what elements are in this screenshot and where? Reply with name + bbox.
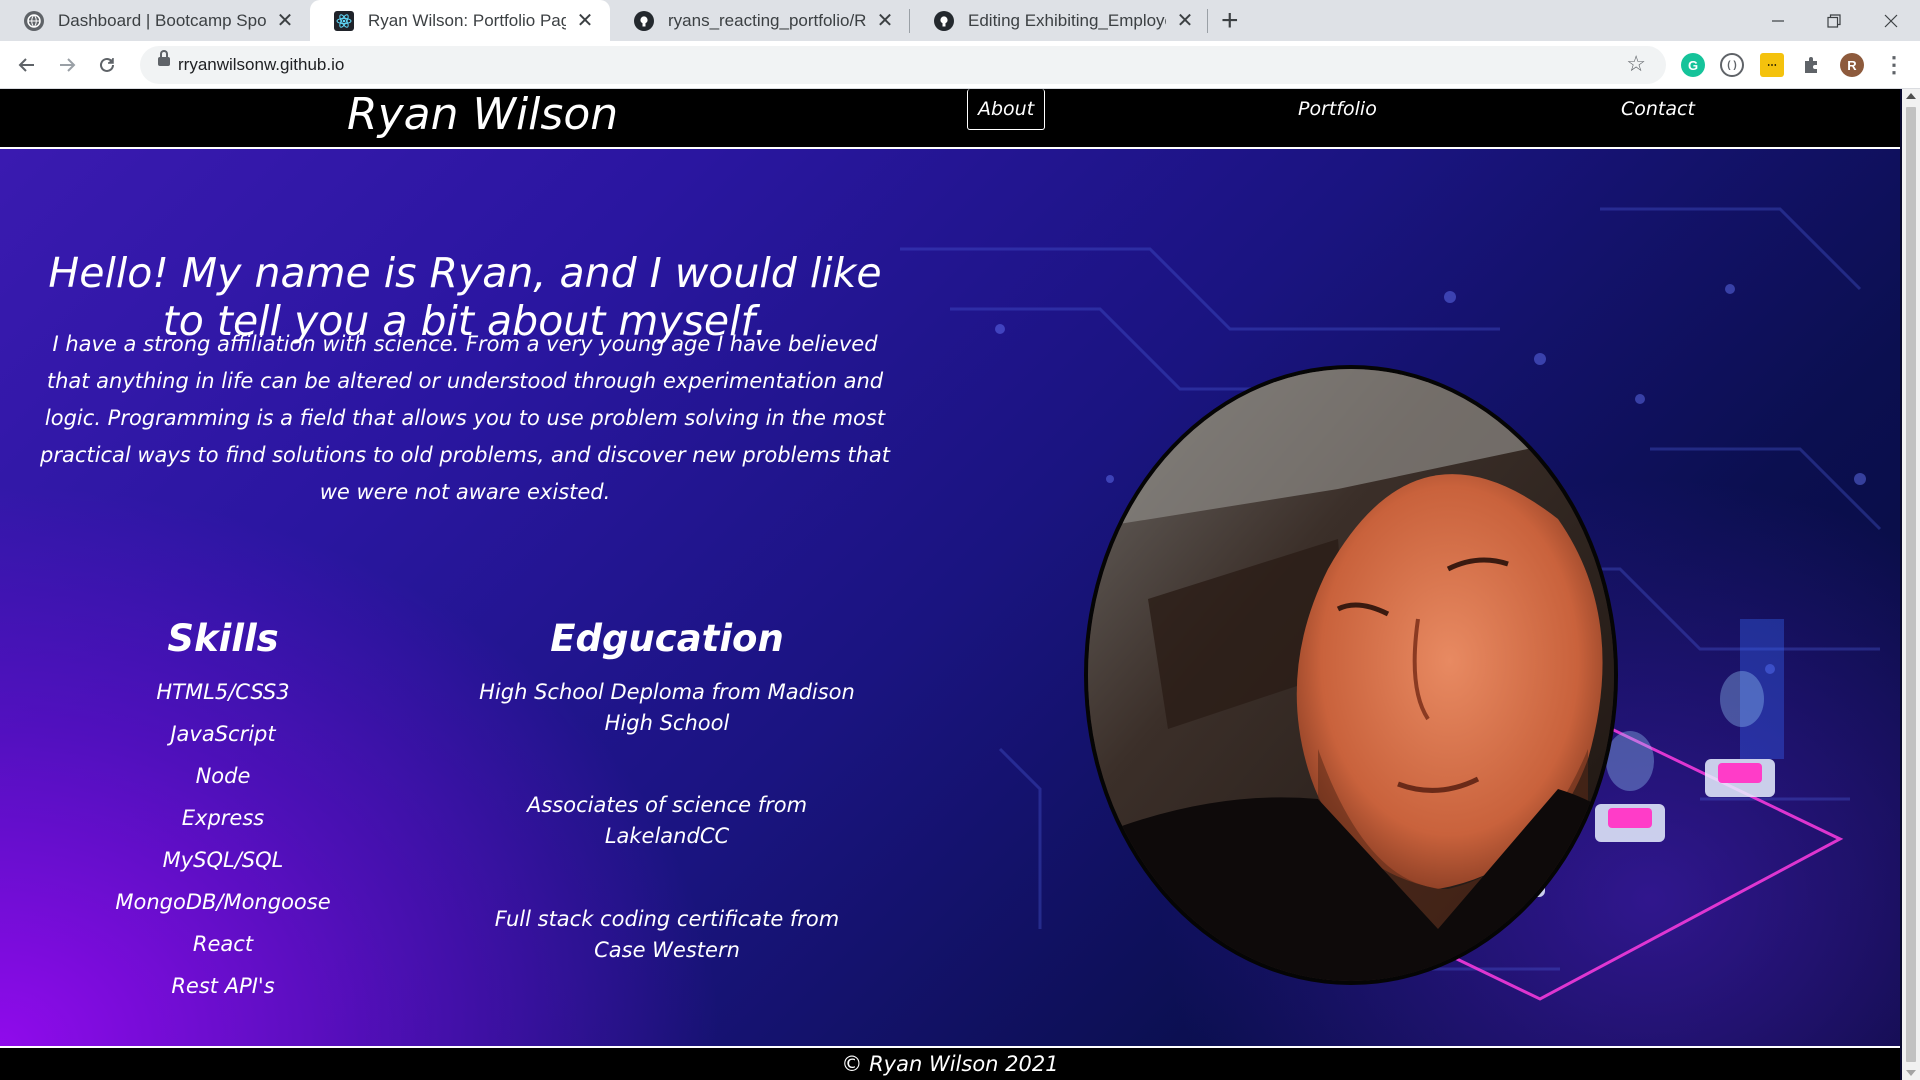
list-item: Rest API's	[171, 974, 275, 998]
site-brand[interactable]: Ryan Wilson	[347, 89, 618, 141]
nav-portfolio[interactable]: Portfolio	[1288, 89, 1387, 129]
minimize-icon[interactable]	[1749, 0, 1807, 41]
list-item: MySQL/SQL	[162, 848, 284, 872]
skills-list: HTML5/CSS3 JavaScript Node Express MySQL…	[90, 671, 356, 1007]
tab-portfolio-page[interactable]: Ryan Wilson: Portfolio Page ✕	[310, 0, 610, 41]
menu-dots-icon[interactable]: ⋮	[1882, 52, 1906, 77]
list-item: MongoDB/Mongoose	[115, 890, 331, 914]
education-title: Edgucation	[550, 617, 784, 660]
back-arrow-icon[interactable]	[11, 49, 43, 81]
extension-yellow-icon[interactable]: ⋯	[1760, 53, 1784, 77]
react-icon	[334, 10, 354, 31]
tab-title: Dashboard | Bootcamp Spot	[58, 10, 266, 30]
extension-puzzle-icon[interactable]	[1800, 53, 1824, 77]
list-item: Express	[181, 806, 265, 830]
tab-strip: Dashboard | Bootcamp Spot ✕ Ryan Wilson:…	[0, 0, 1920, 41]
url-text[interactable]: rryanwilsonw.github.io	[178, 55, 344, 75]
intro-text: I have a strong affiliation with science…	[40, 332, 890, 504]
tab-editing-readme[interactable]: Editing Exhibiting_Employees/RE ✕	[910, 0, 1210, 41]
tab-readme[interactable]: ryans_reacting_portfolio/READM ✕	[610, 0, 910, 41]
close-icon[interactable]: ✕	[874, 8, 896, 33]
avatar[interactable]: R	[1840, 53, 1864, 77]
list-item: HTML5/CSS3	[156, 680, 290, 704]
close-icon[interactable]: ✕	[1174, 8, 1196, 33]
github-icon	[634, 10, 654, 31]
tab-title: Ryan Wilson: Portfolio Page	[368, 10, 566, 30]
close-icon[interactable]: ✕	[574, 8, 596, 33]
globe-icon	[24, 10, 44, 31]
skills-title: Skills	[167, 617, 279, 660]
scroll-thumb[interactable]	[1906, 107, 1916, 1062]
address-bar[interactable]: rryanwilsonw.github.io ☆	[140, 46, 1666, 84]
scroll-down-icon[interactable]	[1906, 1070, 1916, 1076]
restore-icon[interactable]	[1805, 0, 1863, 41]
nav-about[interactable]: About	[967, 89, 1046, 130]
site-navbar: Ryan Wilson About Portfolio Contact	[0, 89, 1900, 149]
education-item: Associates of science from LakelandCC	[526, 793, 808, 848]
profile-photo	[1084, 365, 1618, 985]
footer-text: © Ryan Wilson 2021	[841, 1052, 1059, 1076]
close-icon[interactable]: ✕	[274, 8, 296, 33]
tab-title: ryans_reacting_portfolio/READM	[668, 10, 866, 30]
portfolio-site: Ryan Wilson About Portfolio Contact Hell…	[0, 89, 1900, 1080]
github-icon	[934, 10, 954, 31]
tab-separator	[1207, 9, 1208, 33]
nav-contact[interactable]: Contact	[1611, 89, 1705, 129]
site-footer: © Ryan Wilson 2021	[0, 1046, 1900, 1080]
scroll-up-icon[interactable]	[1906, 93, 1916, 99]
reload-icon[interactable]	[91, 49, 123, 81]
close-window-icon[interactable]	[1862, 0, 1920, 41]
star-icon[interactable]: ☆	[1626, 51, 1646, 77]
tab-title: Editing Exhibiting_Employees/RE	[968, 10, 1166, 30]
browser-toolbar: rryanwilsonw.github.io ☆ G ( ) ⋯ R ⋮	[0, 41, 1920, 89]
scrollbar[interactable]	[1902, 89, 1920, 1080]
education-item: Full stack coding certificate from Case …	[494, 907, 840, 962]
new-tab-button[interactable]: +	[1221, 4, 1239, 38]
grammarly-icon[interactable]: G	[1681, 53, 1705, 77]
list-item: Node	[195, 764, 251, 788]
forward-arrow-icon[interactable]	[51, 49, 83, 81]
list-item: React	[192, 932, 254, 956]
page-viewport: Ryan Wilson About Portfolio Contact Hell…	[0, 89, 1920, 1080]
list-item: JavaScript	[170, 722, 276, 746]
extension-icon[interactable]: ( )	[1720, 53, 1744, 77]
education-item: High School Deploma from Madison High Sc…	[479, 680, 855, 735]
about-section: Hello! My name is Ryan, and I would like…	[0, 149, 1900, 1046]
tab-bootcamp-spot[interactable]: Dashboard | Bootcamp Spot ✕	[0, 0, 310, 41]
lock-icon[interactable]	[158, 50, 170, 66]
profile-photo-image	[1088, 369, 1614, 981]
